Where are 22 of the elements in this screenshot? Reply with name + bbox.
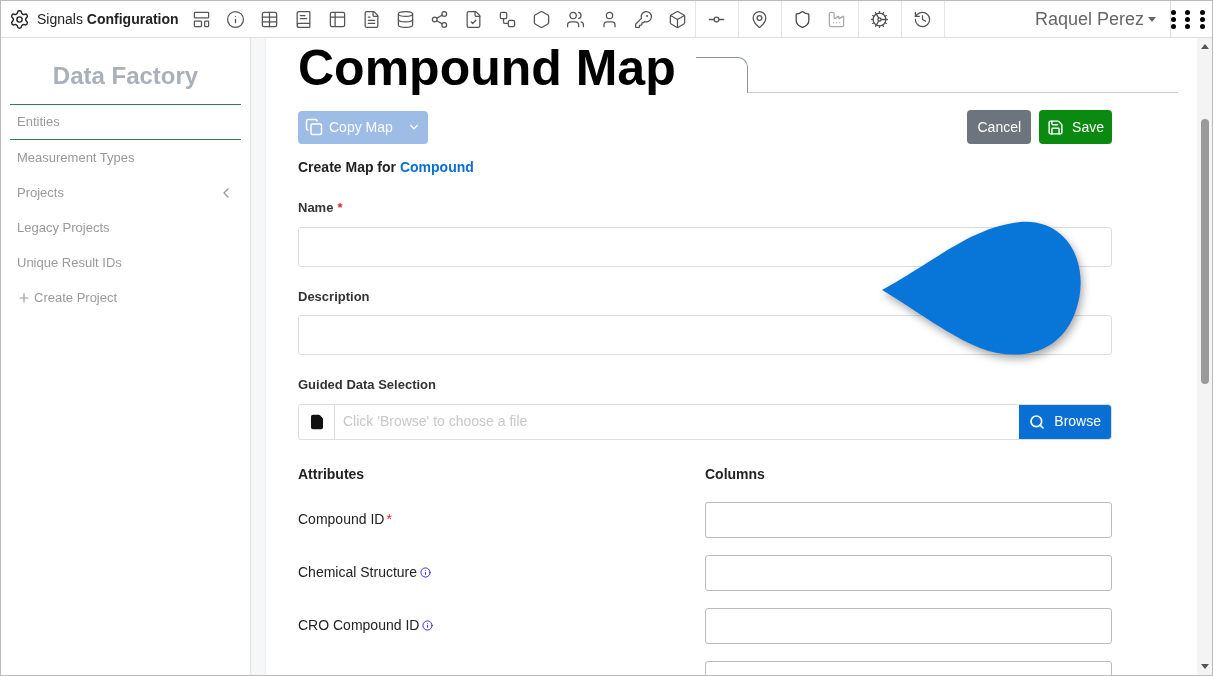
save-button[interactable]: Save (1039, 110, 1112, 144)
user-menu[interactable]: Raquel Perez (1034, 5, 1170, 33)
cancel-button[interactable]: Cancel (967, 110, 1032, 144)
attribute-label: Compound ID (298, 510, 385, 529)
attribute-label: CRO Compound ID (298, 616, 420, 635)
page-title: Compound Map (298, 43, 676, 93)
required-asterisk: * (386, 510, 392, 529)
field-label: Description (298, 287, 370, 306)
attribute-label: Chemical Structure (298, 563, 418, 582)
sidebar-item[interactable]: Create Project (10, 280, 241, 315)
required-asterisk: * (337, 199, 343, 217)
sidebar-item[interactable]: Legacy Projects (10, 210, 241, 245)
sidebar-item[interactable]: Projects (10, 175, 241, 210)
column-header: Columns (705, 464, 766, 484)
field-label: Guided Data Selection (298, 376, 437, 394)
column-header: Attributes (298, 464, 366, 484)
sidebar-item[interactable]: Unique Result IDs (10, 245, 241, 280)
field-label: Name (298, 199, 334, 217)
browse-button[interactable]: Browse (1019, 404, 1111, 439)
sidebar-item[interactable]: Measurement Types (10, 140, 241, 175)
app-name: Signals Configuration (37, 9, 179, 29)
form-heading: Create Map for Compound (298, 158, 475, 177)
